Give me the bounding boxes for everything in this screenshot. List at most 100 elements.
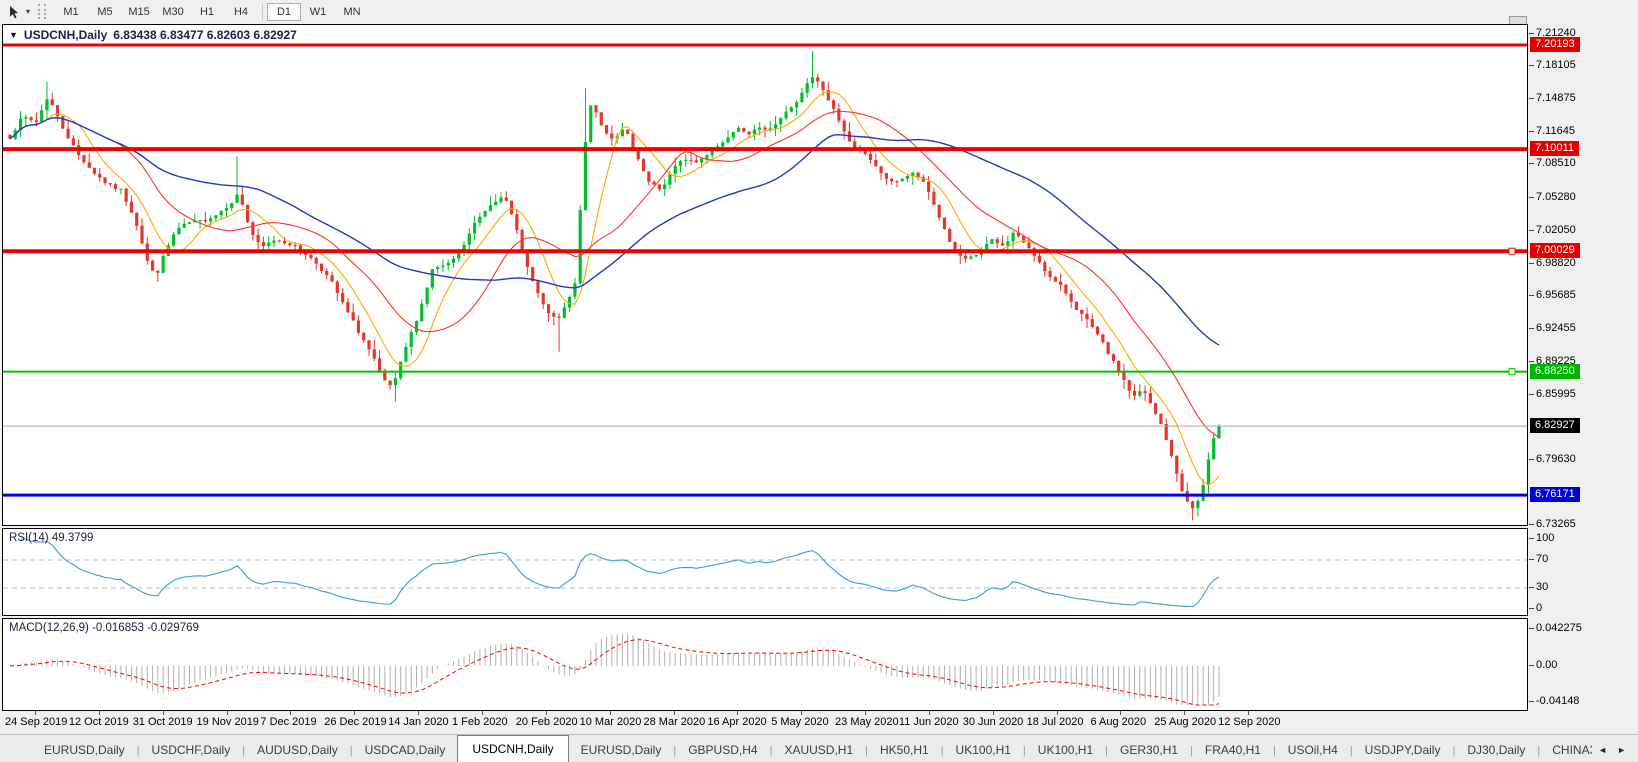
chart-tab-ger30-h1[interactable]: GER30,H1	[1108, 738, 1190, 762]
price-axis-tick: 7.08510	[1536, 157, 1576, 170]
macd-indicator-pane[interactable]: MACD(12,26,9) -0.016853 -0.029769	[2, 618, 1528, 711]
top-toolbar: ▾ M1M5M15M30H1H4 D1W1MN	[0, 0, 1638, 23]
chart-title: ▼ USDCNH,Daily 6.83438 6.83477 6.82603 6…	[9, 28, 297, 42]
candle	[151, 260, 154, 271]
tab-scroll-left-icon[interactable]: ◄	[1598, 745, 1607, 755]
toolbar-grip[interactable]	[38, 4, 46, 19]
candle	[1170, 440, 1173, 458]
tool-dropdown-caret-icon[interactable]: ▾	[26, 7, 30, 16]
time-axis-label: 26 Dec 2019	[324, 716, 386, 728]
chart-tab-fra40-h1[interactable]: FRA40,H1	[1193, 738, 1273, 762]
candle	[24, 115, 27, 127]
timeframe-button-m30[interactable]: M30	[156, 3, 190, 21]
level-handle[interactable]	[1509, 369, 1515, 375]
candle	[235, 156, 238, 203]
price-chart-pane[interactable]: ▼ USDCNH,Daily 6.83438 6.83477 6.82603 6…	[2, 24, 1528, 526]
time-axis-tick	[801, 711, 802, 715]
timeframe-button-h1[interactable]: H1	[190, 3, 224, 21]
candle	[478, 212, 481, 226]
candle	[1070, 290, 1073, 308]
candle	[183, 219, 186, 228]
candle	[573, 278, 576, 300]
tab-navigation: ◄ ►	[1592, 745, 1638, 762]
time-axis-tick	[929, 711, 930, 715]
cursor-tool-icon[interactable]	[4, 3, 24, 21]
toolbar-separator	[262, 4, 263, 20]
candle	[1048, 267, 1051, 282]
timeframe-button-d1[interactable]: D1	[267, 3, 301, 21]
chart-tab-usdchf-daily[interactable]: USDCHF,Daily	[140, 738, 243, 762]
chart-tab-uk100-h1[interactable]: UK100,H1	[1026, 738, 1105, 762]
chart-tab-gbpusd-h4[interactable]: GBPUSD,H4	[676, 738, 769, 762]
time-axis-label: 6 Aug 2020	[1090, 716, 1146, 728]
candle	[1191, 501, 1194, 521]
time-axis-label: 24 Sep 2019	[5, 716, 67, 728]
time-axis-tick	[1120, 711, 1121, 715]
candle	[162, 252, 165, 274]
chart-tab-usdjpy-daily[interactable]: USDJPY,Daily	[1353, 738, 1453, 762]
candle	[726, 130, 729, 143]
candle	[93, 168, 96, 175]
candle	[109, 183, 112, 186]
chart-tab-eurusd-daily[interactable]: EURUSD,Daily	[569, 738, 674, 762]
candle	[969, 254, 972, 259]
time-axis-label: 11 Jun 2020	[899, 716, 959, 728]
candle	[779, 117, 782, 132]
tab-scroll-right-icon[interactable]: ►	[1617, 745, 1626, 755]
candle	[848, 122, 851, 141]
time-axis-tick	[865, 711, 866, 715]
price-axis-tick: 7.05280	[1536, 191, 1576, 204]
candle	[288, 243, 291, 248]
chart-tab-xauusd-h1[interactable]: XAUUSD,H1	[772, 738, 865, 762]
candle	[938, 205, 941, 221]
candle	[1122, 364, 1125, 389]
candle	[88, 153, 91, 167]
chart-tab-uk100-h1[interactable]: UK100,H1	[944, 738, 1023, 762]
timeframe-button-w1[interactable]: W1	[301, 3, 335, 21]
timeframe-button-m15[interactable]: M15	[122, 3, 156, 21]
chart-tab-usoil-h4[interactable]: USOil,H4	[1276, 738, 1350, 762]
level-handle[interactable]	[1509, 248, 1515, 254]
candle	[130, 195, 133, 212]
candle	[1096, 326, 1099, 336]
rsi-chart[interactable]	[3, 529, 1527, 615]
collapse-icon[interactable]: ▼	[9, 30, 18, 40]
time-axis-label: 5 May 2020	[771, 716, 828, 728]
chart-tab-dj30-daily[interactable]: DJ30,Daily	[1455, 738, 1537, 762]
candle	[1186, 482, 1189, 502]
timeframe-button-m5[interactable]: M5	[88, 3, 122, 21]
chart-tab-usdcad-daily[interactable]: USDCAD,Daily	[353, 738, 458, 762]
price-axis-tick: 6.98820	[1536, 257, 1576, 270]
candle	[737, 126, 740, 132]
candle	[990, 239, 993, 244]
rsi-value: 49.3799	[52, 532, 94, 544]
chart-tab-usdcnh-daily[interactable]: USDCNH,Daily	[457, 735, 568, 762]
candle	[425, 287, 428, 307]
rsi-indicator-pane[interactable]: RSI(14) 49.3799	[2, 528, 1528, 616]
candle	[214, 215, 217, 221]
candle	[394, 373, 397, 402]
candle	[373, 340, 376, 361]
candle	[800, 88, 803, 103]
candle	[784, 106, 787, 121]
candle	[869, 150, 872, 164]
candle	[257, 229, 260, 249]
time-axis-tick	[610, 711, 611, 715]
chart-tab-china300-h1[interactable]: CHINA300,H1	[1540, 738, 1592, 762]
time-axis-tick	[418, 711, 419, 715]
level-price-badge: 7.20193	[1530, 37, 1580, 52]
candle	[1064, 284, 1067, 296]
candle	[1112, 353, 1115, 363]
candle	[732, 132, 735, 141]
candlestick-chart[interactable]	[3, 25, 1527, 525]
candle	[589, 105, 592, 143]
candle	[515, 210, 518, 234]
timeframe-button-m1[interactable]: M1	[54, 3, 88, 21]
chart-tab-audusd-daily[interactable]: AUDUSD,Daily	[245, 738, 350, 762]
candle	[932, 188, 935, 205]
timeframe-button-h4[interactable]: H4	[224, 3, 258, 21]
chart-tab-hk50-h1[interactable]: HK50,H1	[868, 738, 941, 762]
macd-chart[interactable]	[3, 619, 1527, 710]
timeframe-button-mn[interactable]: MN	[335, 3, 369, 21]
chart-tab-eurusd-daily[interactable]: EURUSD,Daily	[32, 738, 137, 762]
